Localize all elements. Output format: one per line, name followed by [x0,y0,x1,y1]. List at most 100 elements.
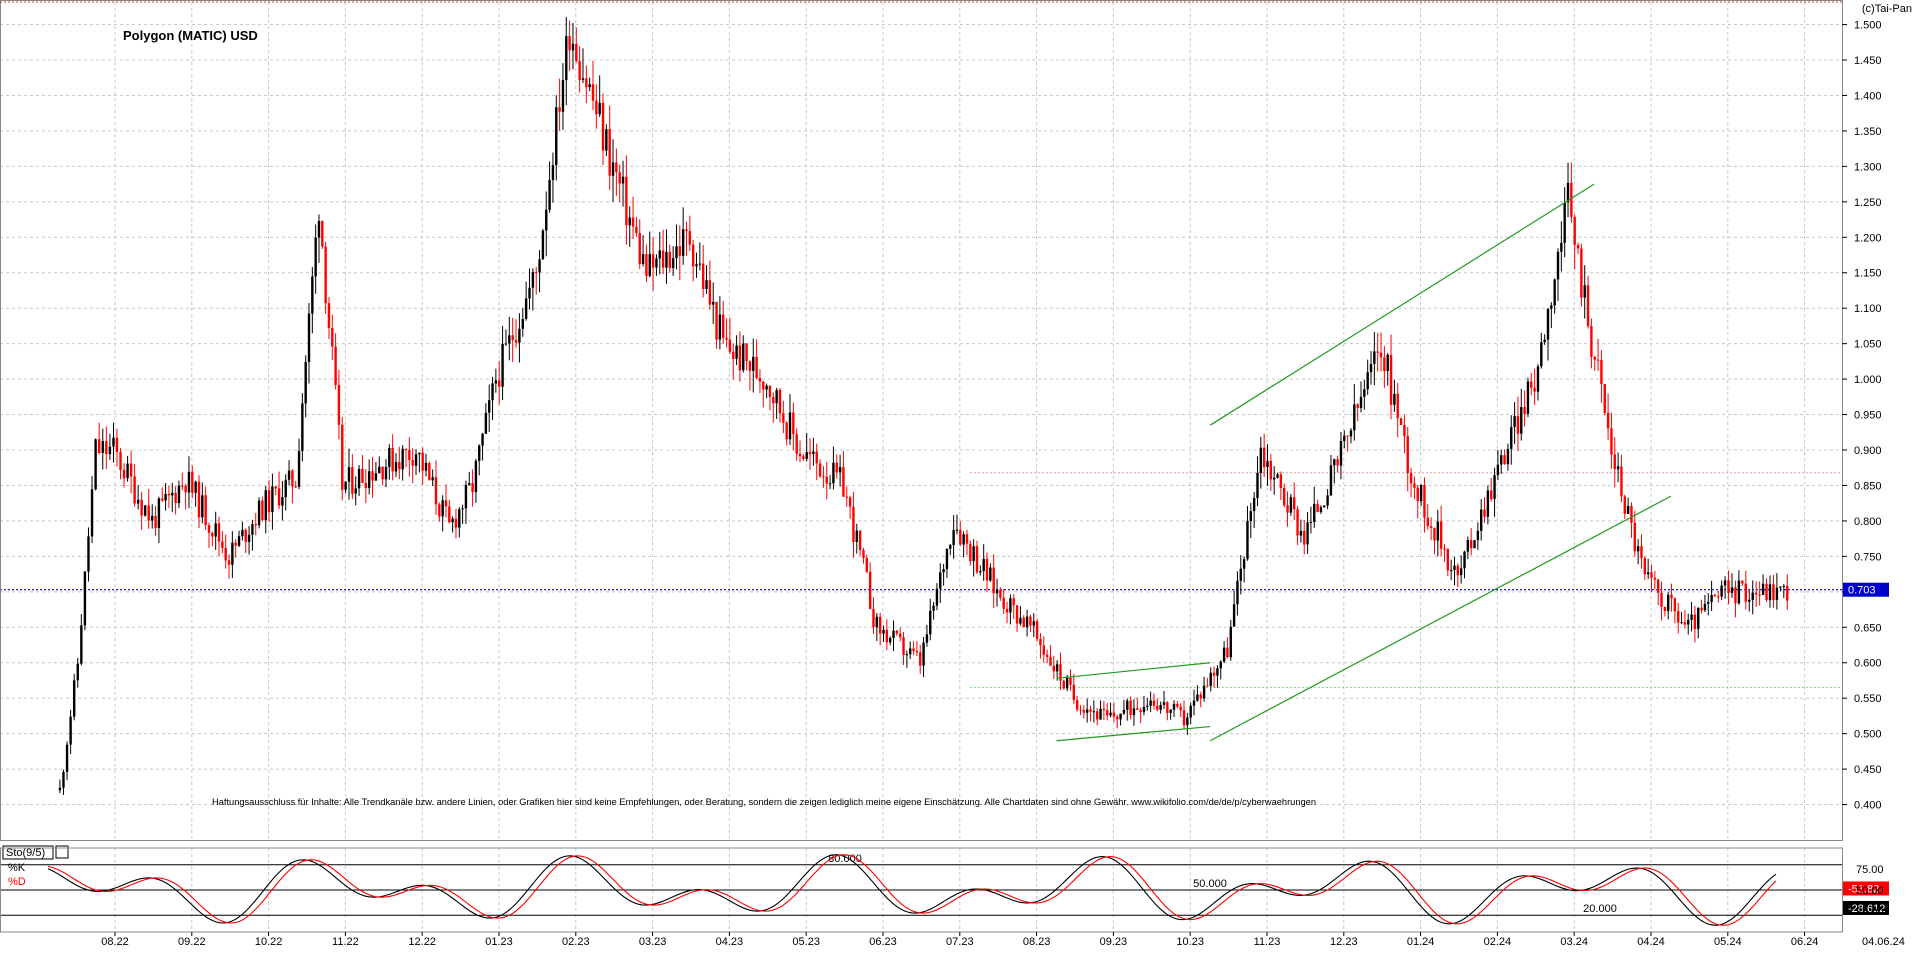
candle-body [995,589,999,594]
candle-body [1483,509,1486,517]
candle-body [1550,305,1553,309]
candle-body [154,515,157,528]
candle-body [858,530,862,551]
candle-body [648,254,651,276]
candle-body [1366,372,1369,390]
current-price-label: 0.703 [1848,585,1876,597]
candle-body [1209,672,1212,686]
candle-body [1373,351,1376,364]
candle-body [1009,598,1012,613]
candle-body [1279,474,1283,488]
candle-body [501,343,504,387]
candle-body [892,630,895,639]
candle-body [1713,594,1717,597]
candle-body [143,505,147,516]
candle-body [1109,712,1112,716]
candle-body [90,489,94,537]
x-tick-label: 11.23 [1254,936,1281,948]
candle-body [922,642,925,666]
candle-body [1613,454,1616,470]
x-tick-label: 07.23 [946,936,974,948]
candle-body [1636,546,1640,552]
candle-body [1272,477,1276,480]
candle-body [601,102,605,151]
candle-body [331,327,334,347]
candle-body [404,448,408,451]
candle-body [952,529,955,545]
candle-body [1560,242,1563,252]
candle-body [628,217,631,226]
stoch-k-label: %K [8,862,26,874]
candle-body [371,471,374,481]
candle-body [1730,587,1734,593]
candle-body [785,422,788,440]
candle-body [301,403,304,451]
candle-body [792,412,795,435]
candle-body [1192,700,1196,706]
candle-body [568,36,571,51]
candle-body [1506,448,1510,465]
candle-body [898,633,902,638]
candle-body [1751,592,1754,600]
candle-body [1586,285,1590,326]
candle-body [1139,709,1142,713]
candle-body [194,481,197,493]
candle-body [1429,526,1433,528]
candle-body [1643,557,1647,575]
candle-body [1710,594,1713,602]
candle-body [929,610,932,635]
candle-body [384,467,388,480]
candle-body [267,490,271,513]
candle-body [1249,511,1253,522]
candle-body [1085,709,1089,713]
candle-body [725,337,728,340]
candle-body [1510,427,1513,449]
candle-body [1383,357,1386,372]
candle-body [1259,447,1263,473]
candle-body [788,412,792,440]
candle-body [942,569,945,573]
candle-body [1640,546,1643,558]
candle-body [311,276,314,314]
candle-body [969,543,972,562]
candle-body [738,345,742,371]
candle-body [1072,684,1076,700]
y-tick-label: 0.400 [1854,800,1882,812]
candle-body [595,100,598,115]
candle-body [735,345,738,359]
candle-body [1466,539,1470,552]
candle-body [1663,606,1667,612]
candle-body [1540,342,1543,367]
stoch-y-tick-label: 75.00 [1856,864,1884,876]
x-tick-label: 10.23 [1176,936,1204,948]
candle-body [1677,611,1680,623]
candle-body [317,220,321,238]
candle-body [1242,559,1246,569]
x-tick-label: 01.23 [485,936,513,948]
candle-body [1092,711,1096,713]
candle-body [1656,579,1660,593]
candle-body [545,209,548,231]
candle-body [1741,580,1744,584]
disclaimer-text: Haftungsausschluss für Inhalte: Alle Tre… [212,797,1316,807]
candle-body [651,254,655,268]
candle-body [441,500,444,517]
candle-body [1002,597,1005,609]
candle-body [1600,360,1603,384]
candle-body [444,500,448,507]
candle-body [1329,465,1333,496]
candle-body [1396,393,1399,419]
candle-body [174,492,177,503]
stoch-y-tick-label: 50.00 [1856,885,1884,897]
candle-body [878,616,882,634]
candle-body [1500,455,1503,465]
candle-body [1573,216,1576,245]
chart-title: Polygon (MATIC) USD [123,28,258,43]
candle-body [1252,498,1256,512]
candle-body [434,477,438,505]
candle-body [1583,285,1586,298]
candle-body [80,625,83,664]
candle-body [251,524,254,535]
chart-root: 80.000 50.000 20.000 Sto(9/5) %K %D -51.82 -28.… [0,0,1916,948]
candle-body [261,500,264,521]
